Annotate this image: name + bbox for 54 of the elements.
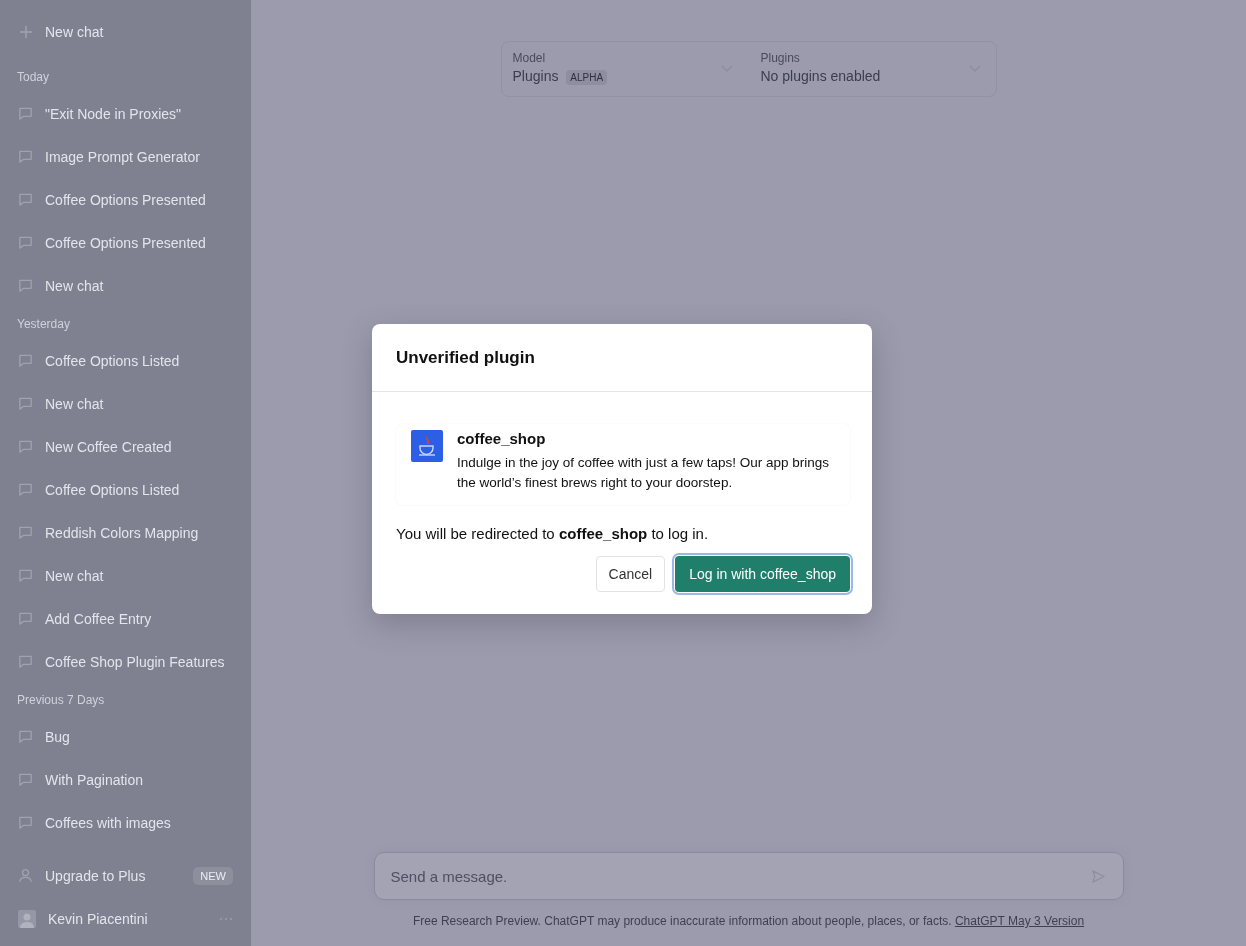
chat-item[interactable]: Coffee Options Listed [8,468,243,511]
user-icon [18,868,33,883]
plus-icon [19,25,33,39]
chat-item[interactable]: Coffee Options Presented [8,221,243,264]
chat-item[interactable]: New chat [8,382,243,425]
disclaimer-text: Free Research Preview. ChatGPT may produce inaccurate information about people, places, or facts. ChatGPT May 3 Version [412,914,1085,928]
redirect-message: You will be redirected to coffee_shop to log in. [396,525,710,542]
chat-item[interactable]: Coffee Shop Plugin Features [8,640,243,683]
dialog-title: Unverified plugin [396,348,536,368]
section-heading: Previous 7 Days [16,692,106,709]
plugins-selector[interactable]: Plugins No plugins enabled [752,45,993,93]
chat-bubble-icon [18,439,33,454]
chat-bubble-icon [18,396,33,411]
new-chat-button[interactable]: New chat [8,16,243,48]
plugin-name: coffee_shop [457,430,547,447]
chat-item[interactable]: "Exit Node in Proxies" [8,92,243,135]
user-menu[interactable]: Kevin Piacentini [8,897,243,940]
chat-bubble-icon [18,729,33,744]
chat-item[interactable]: With Pagination [8,758,243,801]
chat-item[interactable]: New Coffee Created [8,425,243,468]
section-heading: Today [16,69,51,86]
cancel-button[interactable]: Cancel [595,556,666,592]
version-link[interactable]: ChatGPT May 3 Version [954,914,1085,928]
chat-bubble-icon [18,106,33,121]
chat-bubble-icon [18,525,33,540]
chat-bubble-icon [18,235,33,250]
plugin-description: Indulge in the joy of coffee with just a few taps! Our app brings the world’s finest brews right to your doorstep. [457,454,830,492]
chat-item[interactable]: Coffees with images [8,801,243,844]
section-heading: Yesterday [16,316,71,333]
chat-bubble-icon [18,278,33,293]
avatar-icon [18,909,36,928]
chat-bubble-icon [18,353,33,368]
chat-bubble-icon [18,611,33,626]
chat-bubble-icon [18,482,33,497]
chat-bubble-icon [18,149,33,164]
chat-item[interactable]: Coffee Options Listed [8,339,243,382]
chat-bubble-icon [18,772,33,787]
chat-item[interactable]: Image Prompt Generator [8,135,243,178]
chat-bubble-icon [18,568,33,583]
login-button[interactable]: Log in with coffee_shop [675,556,850,592]
chat-bubble-icon [18,815,33,830]
new-badge: NEW [193,866,233,885]
cup-icon [411,430,443,462]
chat-item[interactable]: New chat [8,264,243,307]
chat-bubble-icon [18,192,33,207]
model-selector[interactable]: Model Plugins ALPHA [504,45,745,93]
message-field[interactable]: Send a message. [373,852,1124,900]
chat-item[interactable]: Bug [8,715,243,758]
chat-item[interactable]: Reddish Colors Mapping [8,511,243,554]
chat-bubble-icon [18,654,33,669]
chat-item[interactable]: New chat [8,554,243,597]
upgrade-button[interactable]: Upgrade to Plus NEW [8,854,243,897]
chat-item[interactable]: Coffee Options Presented [8,178,243,221]
chat-item[interactable]: Add Coffee Entry [8,597,243,640]
